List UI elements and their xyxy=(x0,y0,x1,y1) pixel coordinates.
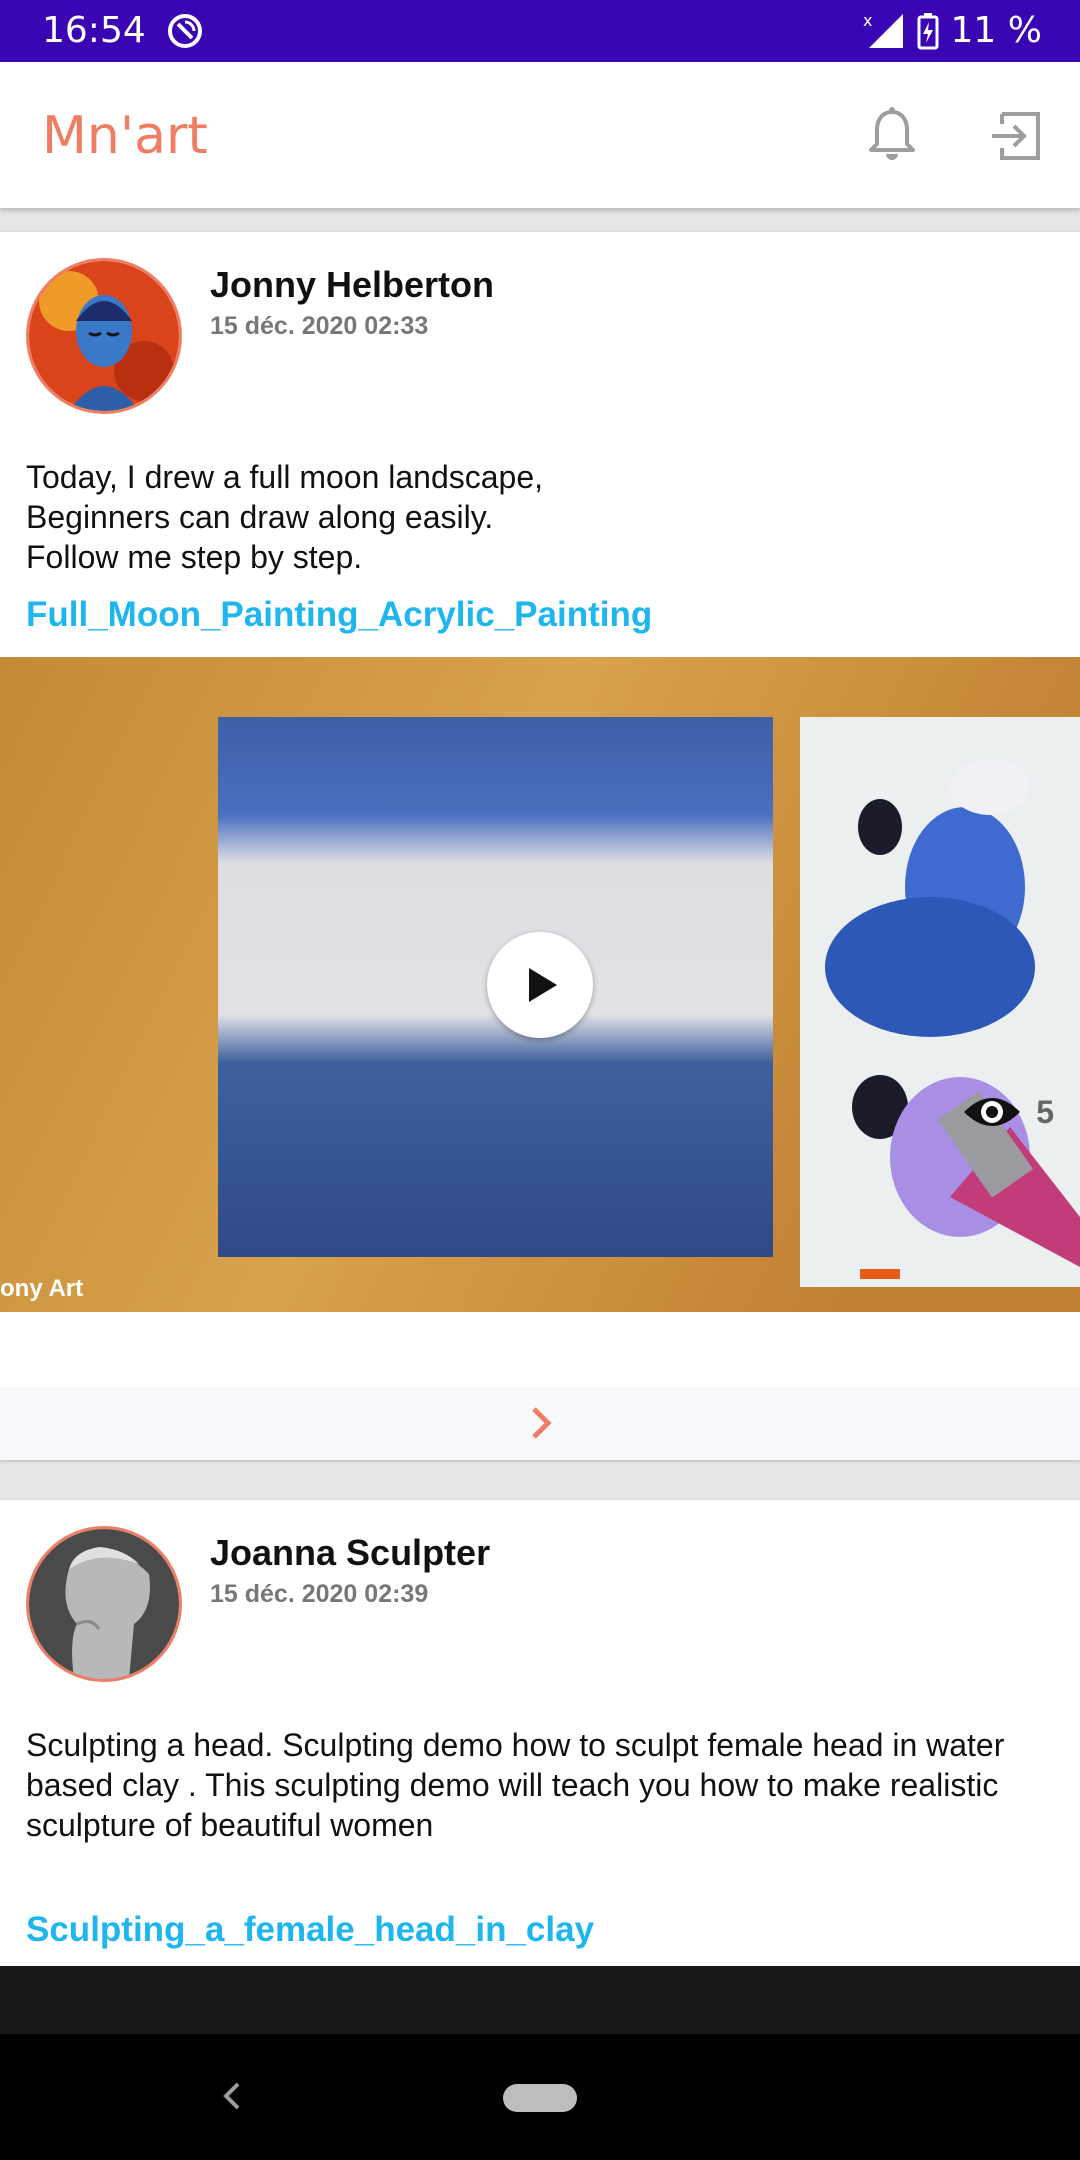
next-media-bar[interactable] xyxy=(0,1387,1080,1460)
play-icon xyxy=(529,968,557,1002)
back-icon[interactable] xyxy=(218,2076,248,2116)
bell-icon[interactable] xyxy=(862,104,922,164)
video-thumbnail[interactable]: ony Art xyxy=(0,657,1080,1312)
eye-icon xyxy=(964,1098,1021,1126)
home-pill[interactable] xyxy=(503,2084,577,2112)
status-time: 16:54 xyxy=(42,10,146,51)
post-link[interactable]: Sculpting_a_female_head_in_clay xyxy=(26,1910,594,1950)
view-count: 5 xyxy=(1036,1093,1054,1130)
logout-icon[interactable] xyxy=(988,108,1044,164)
play-button[interactable] xyxy=(487,932,593,1038)
bottom-strip xyxy=(0,1966,1080,2034)
battery-percent: 11 % xyxy=(950,10,1042,51)
view-counter: 5 xyxy=(962,1092,1054,1132)
post-card: Jonny Helberton 15 déc. 2020 02:33 Today… xyxy=(0,232,1080,1460)
app-title: Mn'art xyxy=(42,106,208,166)
post-author: Jonny Helberton xyxy=(210,264,495,305)
post-text: Today, I drew a full moon landscape, Beg… xyxy=(26,459,544,575)
post-text: Sculpting a head. Sculpting demo how to … xyxy=(26,1727,1005,1843)
post-date: 15 déc. 2020 02:39 xyxy=(210,1580,429,1608)
avatar[interactable] xyxy=(26,258,182,414)
video-watermark: ony Art xyxy=(0,1275,84,1302)
post-card: Joanna Sculpter 15 déc. 2020 02:39 Sculp… xyxy=(0,1500,1080,1970)
no-signal-icon: x xyxy=(863,12,903,48)
post-author: Joanna Sculpter xyxy=(210,1532,491,1573)
battery-charging-icon xyxy=(917,12,939,49)
post-link[interactable]: Full_Moon_Painting_Acrylic_Painting xyxy=(26,595,652,635)
avatar[interactable] xyxy=(26,1526,182,1682)
svg-text:x: x xyxy=(863,12,872,30)
post-date: 15 déc. 2020 02:33 xyxy=(210,312,429,340)
app-bar: Mn'art xyxy=(0,62,1080,208)
chevron-right-icon[interactable] xyxy=(526,1403,556,1443)
app-notification-icon xyxy=(168,14,202,48)
status-bar: 16:54 x 11 % xyxy=(0,0,1080,62)
system-nav-bar xyxy=(0,2034,1080,2160)
